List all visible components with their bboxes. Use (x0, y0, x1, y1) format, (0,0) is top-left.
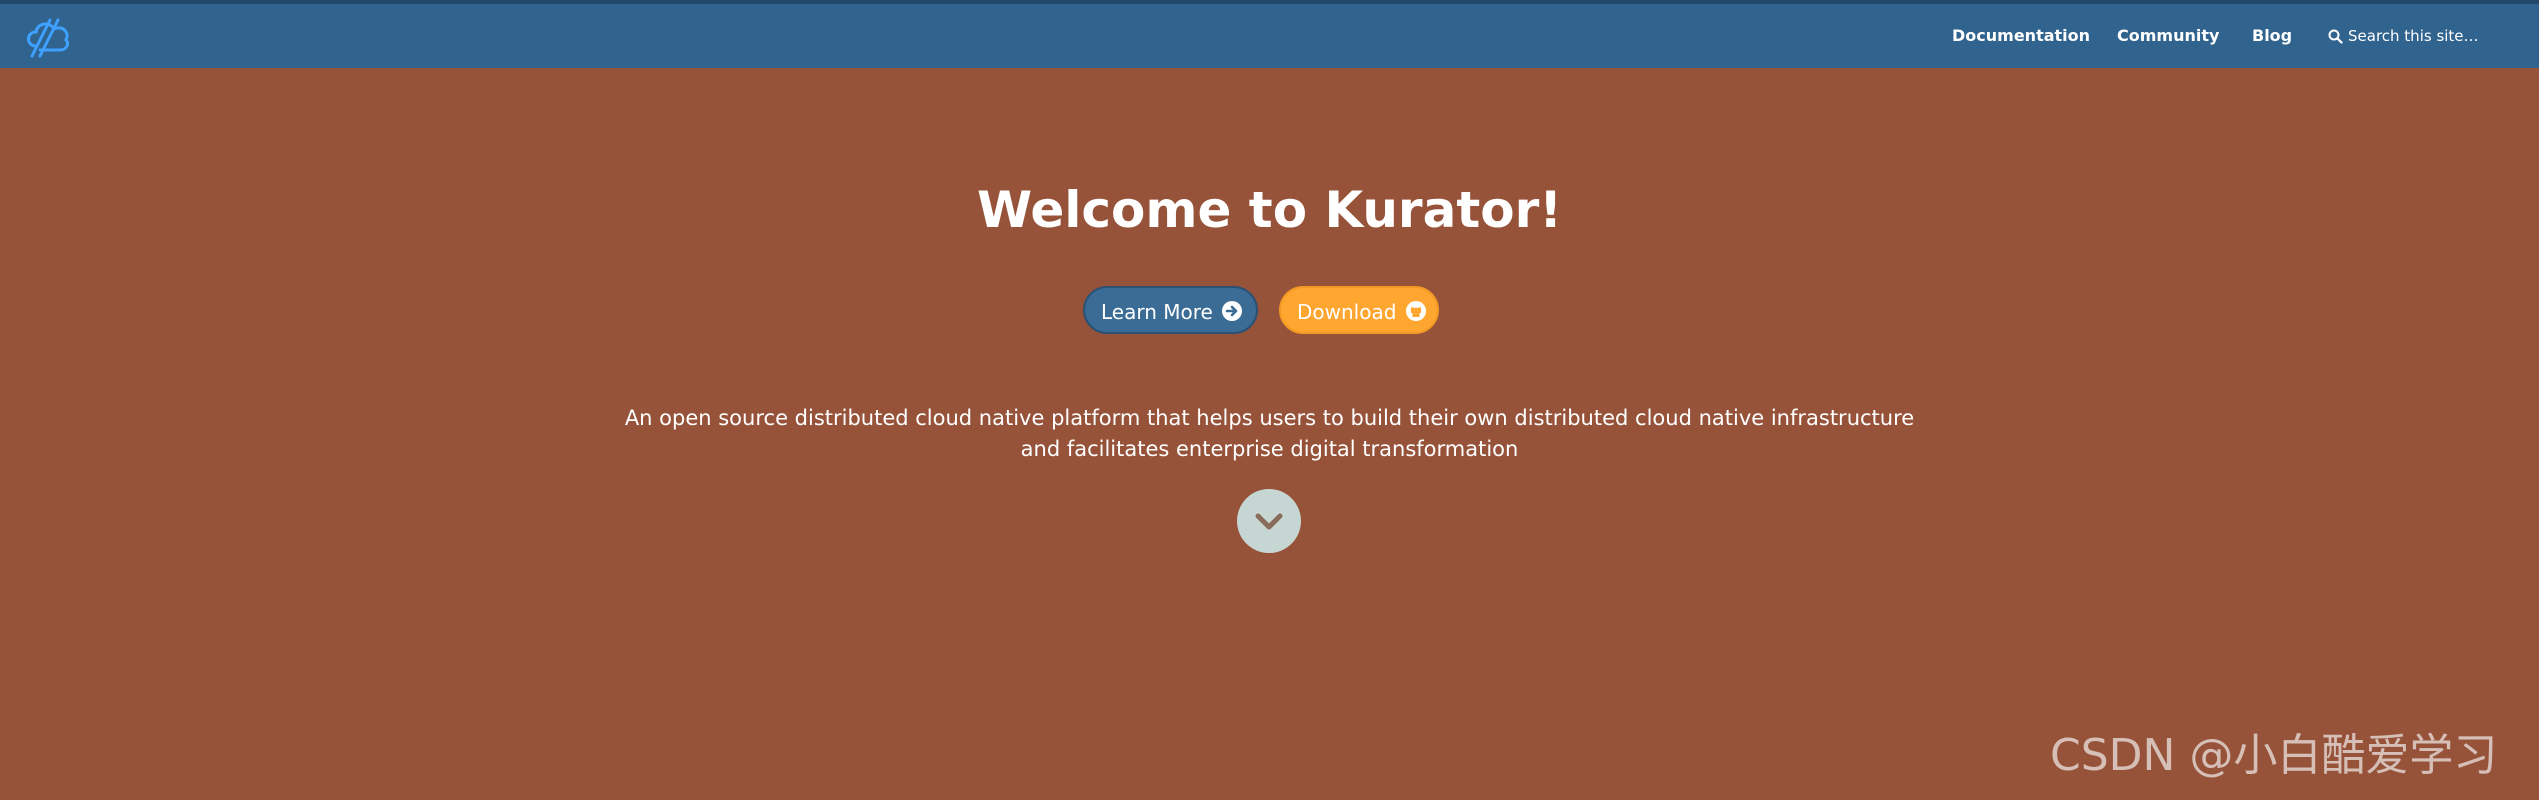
hero-tagline: An open source distributed cloud native … (0, 403, 2539, 465)
nav-community[interactable]: Community (2117, 4, 2219, 68)
site-search (2328, 22, 2498, 50)
tagline-line-1: An open source distributed cloud native … (624, 406, 1915, 430)
arrow-circle-right-icon (1222, 301, 1242, 321)
nav-blog[interactable]: Blog (2252, 4, 2292, 68)
hero-title: Welcome to Kurator! (976, 181, 1563, 239)
learn-more-button[interactable]: Learn More (1083, 286, 1258, 334)
search-input[interactable] (2348, 22, 2498, 50)
nav-documentation[interactable]: Documentation (1952, 4, 2090, 68)
navbar: Documentation Community Blog (0, 4, 2539, 68)
chevron-down-icon (1255, 513, 1283, 530)
kurator-logo-icon (27, 18, 70, 58)
learn-more-label: Learn More (1101, 300, 1213, 324)
scroll-down-button[interactable] (1237, 489, 1301, 553)
kurator-logo[interactable] (22, 12, 74, 60)
csdn-watermark: CSDN @小白酷爱学习 (2050, 730, 2498, 781)
download-button[interactable]: Download (1279, 286, 1439, 334)
tagline-line-2: and facilitates enterprise digital trans… (1020, 437, 1519, 461)
search-icon (2328, 29, 2343, 44)
download-label: Download (1297, 300, 1397, 324)
github-icon (1406, 301, 1426, 321)
